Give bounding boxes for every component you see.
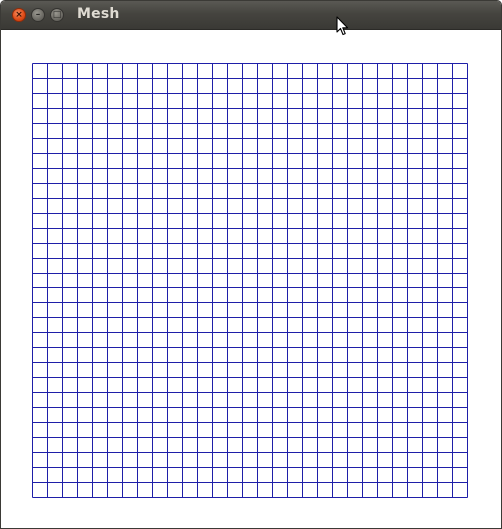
close-icon[interactable]: ×	[12, 8, 26, 22]
mesh-grid[interactable]	[1, 30, 501, 528]
maximize-icon[interactable]: □	[50, 8, 64, 22]
minimize-icon[interactable]: –	[31, 8, 45, 22]
app-window: × – □ Mesh	[0, 0, 502, 529]
title-bar[interactable]: × – □ Mesh	[1, 1, 501, 30]
pointer-arrow-icon	[336, 16, 349, 36]
mesh-canvas-area[interactable]	[1, 30, 501, 528]
window-title: Mesh	[77, 6, 120, 22]
